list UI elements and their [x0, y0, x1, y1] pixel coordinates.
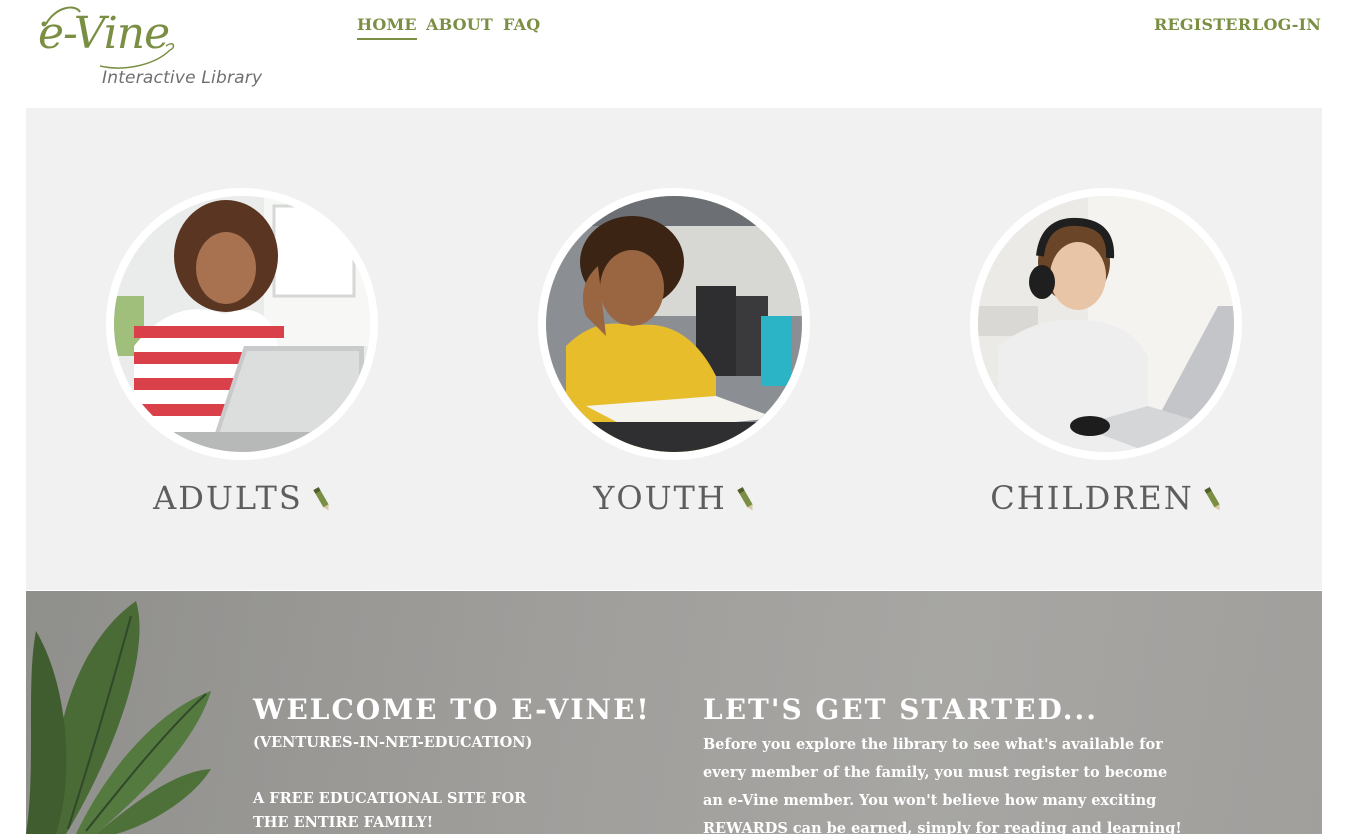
started-line: every member of the family, you must reg…: [703, 764, 1168, 781]
pencil-icon: [1204, 483, 1222, 521]
started-line: Before you explore the library to see wh…: [703, 736, 1163, 753]
youth-photo[interactable]: [538, 188, 810, 460]
nav-home[interactable]: HOME: [357, 15, 417, 40]
nav-about[interactable]: ABOUT: [426, 15, 493, 34]
welcome-title: WELCOME TO E-VINE!: [253, 693, 651, 726]
nav-login[interactable]: LOG-IN: [1252, 15, 1321, 34]
welcome-tagline-line1: A FREE EDUCATIONAL SITE FOR: [253, 790, 527, 807]
category-title-youth[interactable]: YOUTH: [498, 479, 850, 521]
adults-photo[interactable]: [106, 188, 378, 460]
welcome-section: WELCOME TO E-VINE! (VENTURES-IN-NET-EDUC…: [26, 591, 1322, 834]
started-body: Before you explore the library to see wh…: [703, 731, 1182, 834]
nav-faq[interactable]: FAQ: [503, 15, 540, 34]
started-line: an e-Vine member. You won't believe how …: [703, 792, 1157, 809]
plant-decoration-icon: [26, 601, 211, 834]
children-photo[interactable]: [970, 188, 1242, 460]
welcome-subtitle: (VENTURES-IN-NET-EDUCATION): [253, 734, 533, 751]
pencil-icon: [313, 483, 331, 521]
logo-wordmark: e-Vine: [38, 8, 170, 59]
category-title-adults[interactable]: ADULTS: [66, 479, 418, 521]
category-section: ADULTS YOUTH CHILDREN: [26, 108, 1322, 590]
site-logo[interactable]: e-Vine Interactive Library: [36, 2, 262, 94]
started-line: REWARDS can be earned, simply for readin…: [703, 820, 1182, 834]
category-title-children[interactable]: CHILDREN: [930, 479, 1282, 521]
nav-register[interactable]: REGISTER: [1154, 15, 1251, 34]
welcome-tagline-line2: THE ENTIRE FAMILY!: [253, 814, 434, 831]
logo-tagline: Interactive Library: [102, 68, 263, 88]
pencil-icon: [737, 483, 755, 521]
started-title: LET'S GET STARTED...: [703, 693, 1098, 726]
